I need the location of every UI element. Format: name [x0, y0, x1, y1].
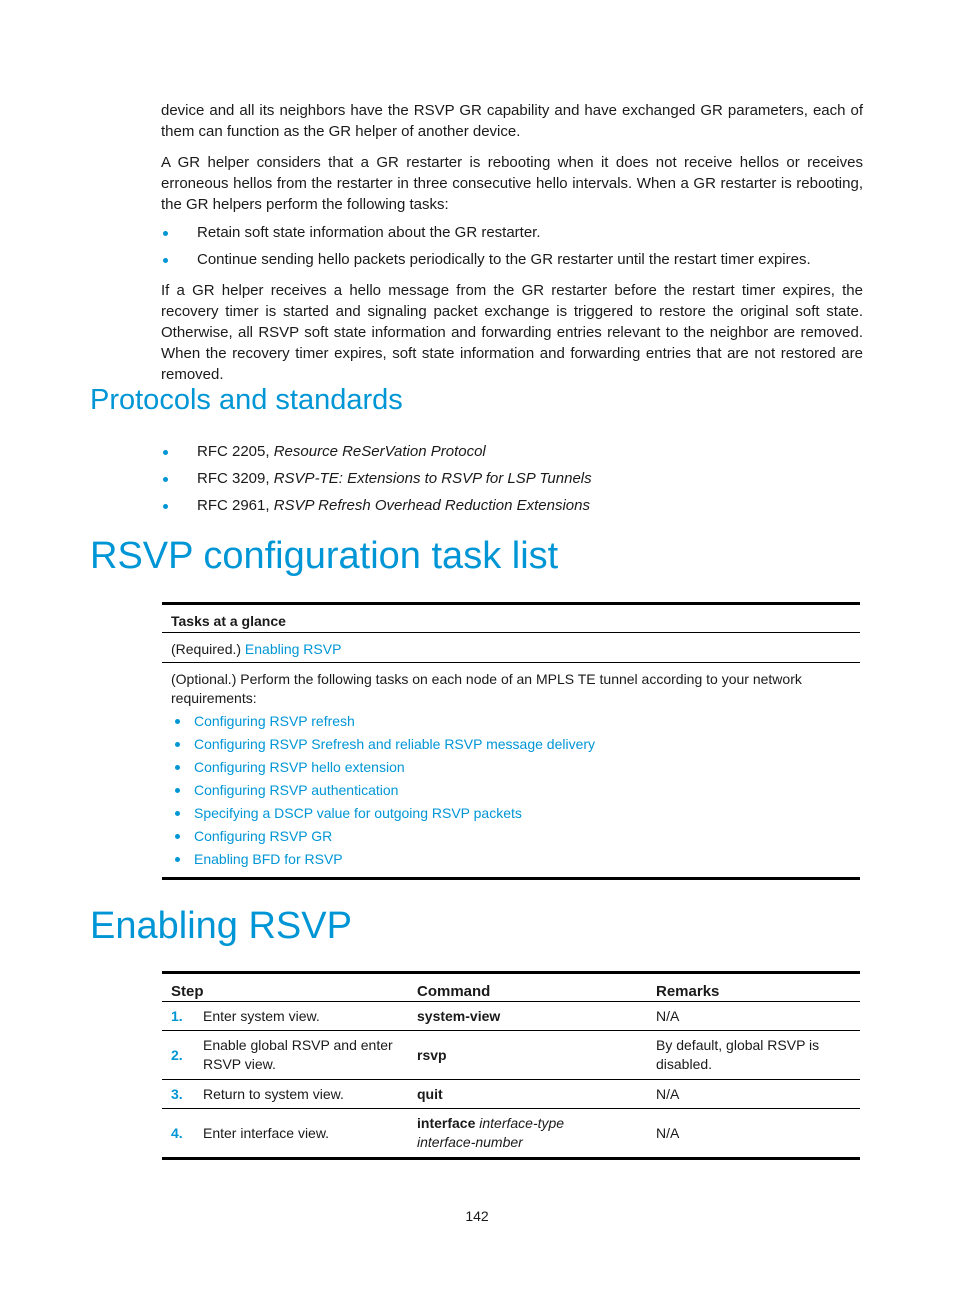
heading-protocols: Protocols and standards: [90, 384, 403, 416]
table-row: 3. Return to system view. quit N/A: [162, 1080, 860, 1109]
optional-text: (Optional.) Perform the following tasks …: [171, 671, 802, 706]
bullet-icon: [175, 765, 180, 770]
column-header-remarks: Remarks: [656, 983, 720, 1000]
steps-table: Step Command Remarks 1. Enter system view…: [162, 971, 860, 1160]
bullet-icon: [163, 477, 168, 482]
table-header: Tasks at a glance: [162, 605, 860, 633]
heading-enabling-rsvp: Enabling RSVP: [90, 905, 352, 947]
table-row: 4. Enter interface view. interface interf…: [162, 1109, 860, 1157]
paragraph-recovery: If a GR helper receives a hello message …: [161, 282, 863, 383]
list-item: Retain soft state information about the …: [161, 222, 811, 249]
step-number: 4.: [171, 1125, 183, 1141]
list-item: Specifying a DSCP value for outgoing RSV…: [171, 802, 851, 825]
step-description: Enter system view.: [203, 1007, 320, 1024]
bullet-icon: [163, 450, 168, 455]
list-item: RFC 2961, RSVP Refresh Overhead Reductio…: [161, 495, 592, 522]
heading-task-list: RSVP configuration task list: [90, 535, 559, 577]
list-item: RFC 3209, RSVP-TE: Extensions to RSVP fo…: [161, 468, 592, 495]
helper-task-list: Retain soft state information about the …: [161, 222, 811, 276]
table-header-row: Step Command Remarks: [162, 974, 860, 1002]
bullet-icon: [175, 742, 180, 747]
remarks: N/A: [656, 1086, 680, 1102]
step-number: 1.: [171, 1008, 183, 1024]
list-item: Configuring RSVP hello extension: [171, 756, 851, 779]
list-item: Configuring RSVP Srefresh and reliable R…: [171, 733, 851, 756]
command: system-view: [417, 1008, 501, 1024]
bullet-icon: [163, 231, 168, 236]
link-rsvp-srefresh[interactable]: Configuring RSVP Srefresh and reliable R…: [194, 736, 595, 752]
link-rsvp-gr[interactable]: Configuring RSVP GR: [194, 828, 332, 844]
step-description: Enable global RSVP and enter RSVP view.: [203, 1037, 393, 1072]
remarks: N/A: [656, 1125, 680, 1141]
list-item: Enabling BFD for RSVP: [171, 848, 851, 871]
step-number: 2.: [171, 1047, 183, 1063]
list-item: RFC 2205, Resource ReSerVation Protocol: [161, 441, 592, 468]
bullet-icon: [175, 857, 180, 862]
remarks: By default, global RSVP is disabled.: [656, 1037, 820, 1072]
protocols-list: RFC 2205, Resource ReSerVation Protocol …: [161, 441, 592, 522]
remarks: N/A: [656, 1008, 680, 1024]
list-item: Continue sending hello packets periodica…: [161, 249, 811, 276]
list-item: Configuring RSVP authentication: [171, 779, 851, 802]
step-number: 3.: [171, 1086, 183, 1102]
optional-task-links: Configuring RSVP refresh Configuring RSV…: [171, 710, 851, 871]
bullet-icon: [175, 811, 180, 816]
step-description: Enter interface view.: [203, 1124, 330, 1141]
bullet-icon: [163, 504, 168, 509]
column-header-command: Command: [417, 983, 491, 1000]
link-dscp[interactable]: Specifying a DSCP value for outgoing RSV…: [194, 805, 522, 821]
paragraph-intro-continued: device and all its neighbors have the RS…: [161, 102, 863, 140]
link-rsvp-refresh[interactable]: Configuring RSVP refresh: [194, 713, 355, 729]
command: quit: [417, 1086, 443, 1102]
list-item: Configuring RSVP refresh: [171, 710, 851, 733]
list-item: Configuring RSVP GR: [171, 825, 851, 848]
link-rsvp-hello[interactable]: Configuring RSVP hello extension: [194, 759, 405, 775]
table-row: 1. Enter system view. system-view N/A: [162, 1002, 860, 1031]
step-description: Return to system view.: [203, 1085, 344, 1102]
table-row: 2. Enable global RSVP and enter RSVP view…: [162, 1031, 860, 1080]
column-header-step: Step: [171, 983, 204, 1000]
page-number: 142: [465, 1208, 489, 1224]
link-bfd[interactable]: Enabling BFD for RSVP: [194, 851, 343, 867]
bullet-icon: [163, 258, 168, 263]
table-row: (Required.) Enabling RSVP: [162, 633, 860, 663]
table-row: (Optional.) Perform the following tasks …: [162, 663, 860, 877]
bullet-icon: [175, 788, 180, 793]
command: interface: [417, 1115, 476, 1131]
link-rsvp-authentication[interactable]: Configuring RSVP authentication: [194, 782, 398, 798]
tasks-table: Tasks at a glance (Required.) Enabling R…: [162, 602, 860, 880]
command: rsvp: [417, 1047, 447, 1063]
paragraph-helper-intro: A GR helper considers that a GR restarte…: [161, 154, 863, 213]
link-enabling-rsvp[interactable]: Enabling RSVP: [245, 641, 342, 657]
bullet-icon: [175, 834, 180, 839]
bullet-icon: [175, 719, 180, 724]
